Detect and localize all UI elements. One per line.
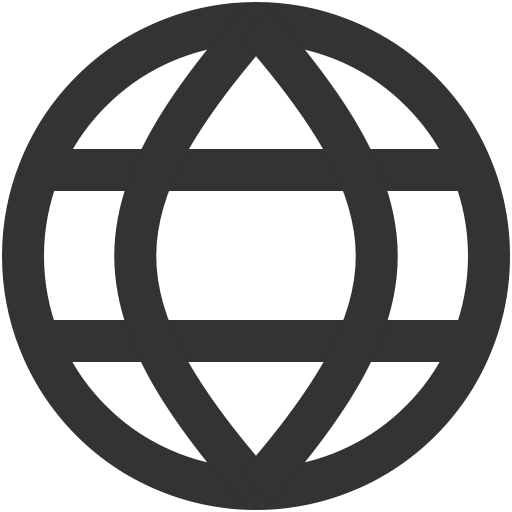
right-meridian: [240, 10, 398, 502]
globe-svg: [2, 2, 510, 510]
globe-icon: [0, 0, 512, 512]
globe-outline: [2, 2, 510, 510]
left-meridian: [114, 10, 272, 502]
